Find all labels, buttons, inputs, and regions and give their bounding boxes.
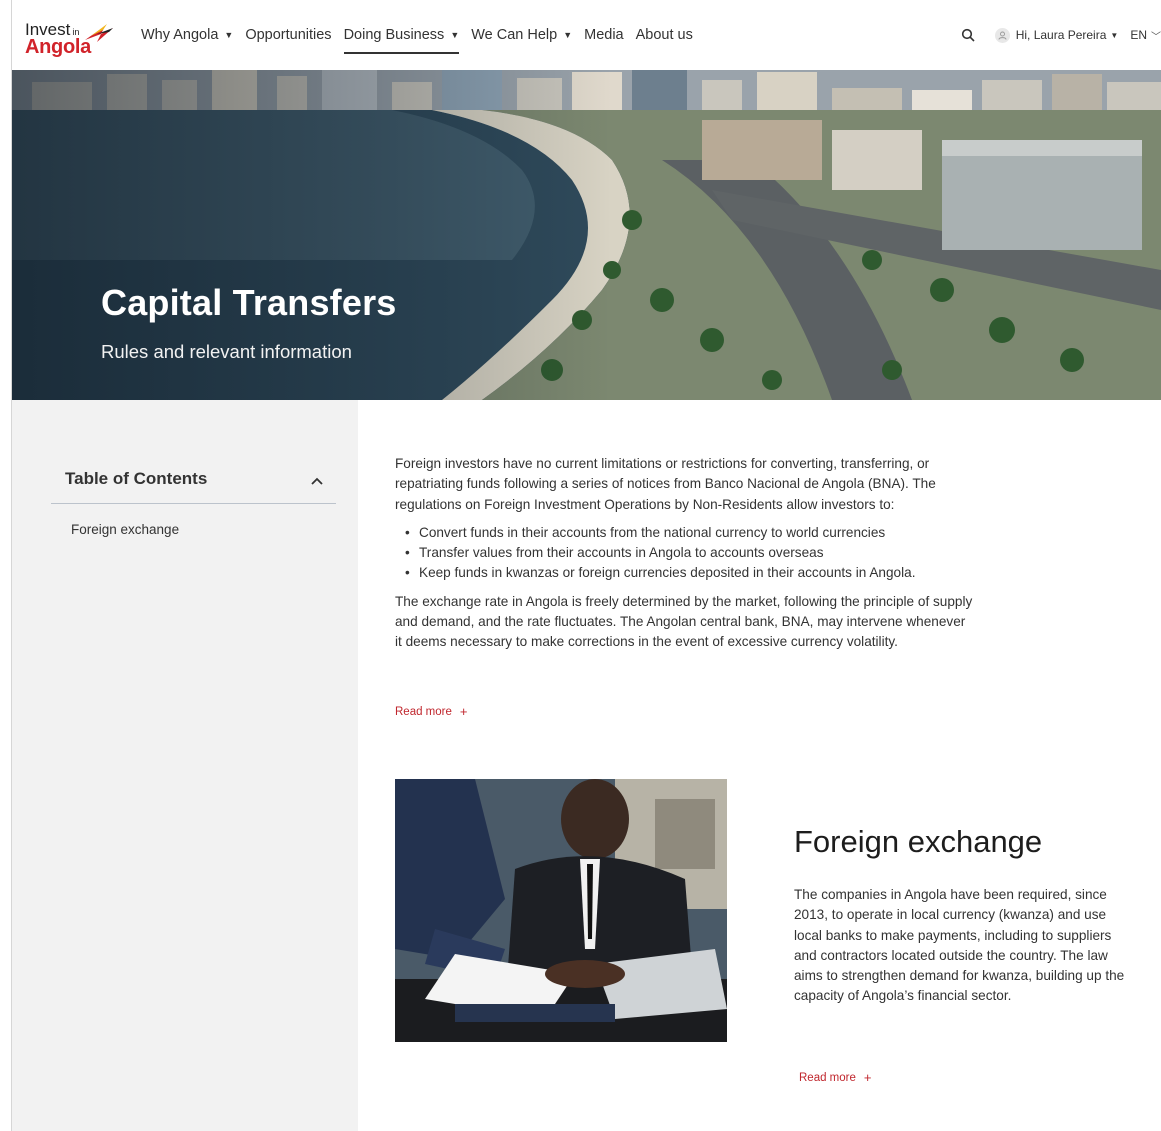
nav-we-can-help[interactable]: We Can Help ▼ bbox=[471, 0, 572, 70]
caret-down-icon: ▼ bbox=[224, 30, 234, 40]
business-meeting-photo bbox=[395, 779, 727, 1042]
nav-why-angola[interactable]: Why Angola ▼ bbox=[141, 0, 233, 70]
logo-arrow-icon bbox=[85, 24, 113, 42]
nav-utilities: Hi, Laura Pereira ▼ EN ﹀ bbox=[961, 0, 1161, 70]
user-menu[interactable]: Hi, Laura Pereira ▼ bbox=[994, 27, 1119, 43]
table-of-contents-sidebar: Table of Contents Foreign exchange bbox=[12, 400, 358, 1131]
toc-item-foreign-exchange[interactable]: Foreign exchange bbox=[71, 522, 179, 537]
exchange-rate-paragraph: The exchange rate in Angola is freely de… bbox=[395, 593, 973, 650]
chevron-down-icon: ﹀ bbox=[1151, 31, 1161, 43]
caret-down-icon: ▼ bbox=[450, 30, 460, 40]
caret-down-icon: ▼ bbox=[1110, 30, 1119, 40]
invest-in-angola-logo[interactable]: Invest in Angola bbox=[25, 20, 125, 60]
nav-about-us[interactable]: About us bbox=[636, 0, 693, 70]
plus-icon: + bbox=[863, 1070, 872, 1085]
caret-down-icon: ▼ bbox=[563, 30, 573, 40]
main-menu: Why Angola ▼ Opportunities Doing Business… bbox=[141, 0, 705, 70]
nav-doing-business[interactable]: Doing Business ▼ bbox=[343, 0, 460, 70]
logo-word-angola: Angola bbox=[25, 36, 91, 58]
nav-media[interactable]: Media bbox=[584, 0, 624, 70]
intro-section: Foreign investors have no current limita… bbox=[395, 454, 975, 661]
nav-opportunities[interactable]: Opportunities bbox=[245, 0, 331, 70]
page-title: Capital Transfers bbox=[101, 282, 397, 323]
user-greeting: Hi, Laura Pereira bbox=[1015, 28, 1107, 42]
user-avatar-icon bbox=[994, 27, 1010, 43]
intro-paragraph: Foreign investors have no current limita… bbox=[395, 456, 936, 512]
read-more-link[interactable]: Read more + bbox=[799, 1070, 871, 1085]
list-item: Keep funds in kwanzas or foreign currenc… bbox=[395, 563, 975, 584]
investor-rights-list: Convert funds in their accounts from the… bbox=[395, 523, 975, 584]
language-selector[interactable]: EN ﹀ bbox=[1130, 28, 1161, 43]
page-subtitle: Rules and relevant information bbox=[101, 341, 352, 362]
hero-banner: Capital Transfers Rules and relevant inf… bbox=[12, 70, 1161, 400]
read-more-link[interactable]: Read more + bbox=[395, 704, 467, 719]
foreign-exchange-paragraph: The companies in Angola have been requir… bbox=[794, 887, 1125, 1004]
plus-icon: + bbox=[459, 704, 468, 719]
foreign-exchange-heading: Foreign exchange bbox=[794, 824, 1043, 859]
chevron-up-icon[interactable] bbox=[310, 474, 324, 488]
list-item: Transfer values from their accounts in A… bbox=[395, 543, 975, 564]
list-item: Convert funds in their accounts from the… bbox=[395, 523, 975, 544]
toc-heading: Table of Contents bbox=[65, 469, 208, 488]
search-icon[interactable] bbox=[961, 28, 975, 42]
top-navigation: Invest in Angola Why Angola ▼ Opportunitie… bbox=[12, 0, 1161, 70]
toc-header[interactable]: Table of Contents bbox=[51, 460, 336, 504]
